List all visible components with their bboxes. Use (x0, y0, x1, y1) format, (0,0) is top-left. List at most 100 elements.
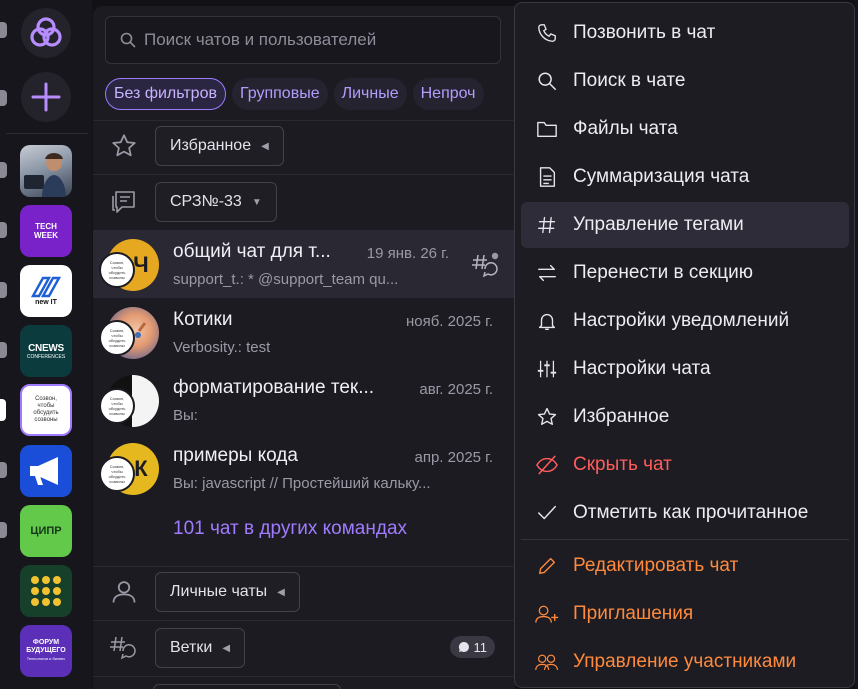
workspace-new-it[interactable]: new IT (20, 265, 72, 317)
menu-label: Управление участниками (573, 651, 797, 672)
cnews-logo-text: CNEWS (28, 342, 64, 354)
workspace-callout[interactable]: Созвон, чтобы обсудить созвоны (20, 384, 72, 436)
chat-row[interactable]: Ч Созвон, чтобы обсудить созвоны общий ч… (93, 230, 515, 298)
phone-icon (538, 24, 556, 42)
chat-row[interactable]: Созвон, чтобы обсудить созвоны Котики но… (93, 298, 515, 366)
menu-chat-files[interactable]: Файлы чата (521, 106, 849, 152)
star-icon (112, 134, 136, 157)
menu-manage-members[interactable]: Управление участниками (521, 639, 849, 685)
personal-section-toggle[interactable]: Личные чаты ◀ (155, 572, 300, 612)
menu-notification-settings[interactable]: Настройки уведомлений (521, 298, 849, 344)
add-workspace-button[interactable] (21, 72, 71, 122)
workspace-dots[interactable] (20, 565, 72, 617)
logo-icon (30, 17, 62, 47)
section-threads: Ветки ◀ 11 (93, 622, 515, 674)
workspace-photo[interactable] (20, 145, 72, 197)
chat-name: примеры кода (173, 445, 298, 466)
caret-left-icon: ◀ (277, 586, 285, 598)
star-icon (537, 407, 557, 426)
new-it-logo-text: new IT (35, 299, 57, 306)
bell-icon (538, 313, 556, 330)
menu-label: Приглашения (573, 603, 694, 624)
rail-indicator (0, 90, 7, 106)
plus-icon (31, 82, 61, 112)
menu-summarize-chat[interactable]: Суммаризация чата (521, 154, 849, 200)
chat-context-menu: Позвонить в чат Поиск в чате Файлы чата … (514, 2, 855, 688)
dots-grid-icon (31, 576, 61, 606)
workspace-cipr[interactable]: ЦИПР (20, 505, 72, 557)
chat-preview: support_t.: * @support_team qu... (173, 271, 399, 288)
menu-invitations[interactable]: Приглашения (521, 591, 849, 637)
search-placeholder: Поиск чатов и пользователей (144, 30, 377, 49)
workspace-rail: TECH WEEK new IT CNEWS CONFERENCES Созво… (0, 0, 92, 689)
filter-chip-unread[interactable]: Непроч (412, 78, 484, 110)
filter-chip-group[interactable]: Групповые (231, 78, 328, 110)
menu-label: Перенести в секцию (573, 262, 754, 283)
cipr-logo-text: ЦИПР (30, 525, 62, 537)
favorites-section-label: Избранное (170, 137, 252, 154)
chat-date: апр. 2025 г. (414, 449, 494, 466)
workspace-cnews[interactable]: CNEWS CONFERENCES (20, 325, 72, 377)
chat-date: нояб. 2025 г. (405, 313, 493, 330)
search-input[interactable]: Поиск чатов и пользователей (105, 16, 501, 64)
favorites-section-toggle[interactable]: Избранное ◀ (155, 126, 284, 166)
filter-chips: Без фильтров Групповые Личные Непроч (105, 78, 484, 110)
add-user-icon (535, 605, 559, 623)
caret-down-icon: ▼ (251, 196, 262, 208)
sliders-icon (537, 360, 557, 378)
chat-row[interactable]: Созвон, чтобы обсудить созвоны форматиро… (93, 366, 515, 434)
rail-active-indicator (0, 399, 6, 421)
menu-chat-settings[interactable]: Настройки чата (521, 346, 849, 392)
menu-label: Поиск в чате (573, 70, 686, 91)
caret-left-icon: ◀ (261, 140, 269, 152)
rail-indicator (0, 462, 7, 478)
menu-label: Позвонить в чат (573, 22, 716, 43)
cnews-logo-subtext: CONFERENCES (26, 353, 66, 360)
hash-icon (538, 216, 556, 234)
callout-logo-text: Созвон, чтобы обсудить созвоны (33, 396, 59, 423)
person-photo-icon (24, 153, 66, 197)
menu-edit-chat[interactable]: Редактировать чат (521, 543, 849, 589)
personal-section-label: Личные чаты (170, 583, 268, 600)
section-team: СРЗ№-33 ▼ (93, 176, 515, 228)
threads-section-toggle[interactable]: Ветки ◀ (155, 628, 246, 668)
workspace-forum[interactable]: ФОРУМ БУДУЩЕГО Технологии и бизнес (20, 625, 72, 677)
chat-avatar-initial: Ч (133, 252, 149, 277)
menu-manage-tags[interactable]: Управление тегами (521, 202, 849, 248)
document-icon (539, 167, 556, 187)
section-favorites: Избранное ◀ (93, 120, 515, 172)
team-chat-icon (112, 191, 135, 213)
menu-label: Управление тегами (573, 214, 744, 235)
chat-date: авг. 2025 г. (419, 381, 493, 398)
rail-divider (6, 133, 88, 134)
chat-preview: Вы: (173, 407, 198, 424)
workspace-tech-week[interactable]: TECH WEEK (20, 205, 72, 257)
threads-count: 11 (473, 639, 488, 655)
menu-search-chat[interactable]: Поиск в чате (521, 58, 849, 104)
filter-chip-personal[interactable]: Личные (333, 78, 407, 110)
chat-avatar-badge: Созвон, чтобы обсудить созвоны (99, 320, 135, 356)
rail-indicator (0, 162, 7, 178)
chat-name: общий чат для т... (173, 241, 331, 262)
threads-section-label: Ветки (170, 639, 213, 656)
more-chats-link[interactable]: 101 чат в других командах (173, 518, 407, 540)
thread-icon[interactable] (471, 252, 501, 280)
threads-count-badge: 11 (449, 636, 495, 658)
app-logo-button[interactable] (21, 8, 71, 58)
team-section-toggle[interactable]: СРЗ№-33 ▼ (155, 182, 277, 222)
filter-chip-all[interactable]: Без фильтров (105, 78, 226, 110)
menu-label: Файлы чата (573, 118, 678, 139)
menu-divider (521, 539, 849, 540)
menu-call-chat[interactable]: Позвонить в чат (521, 10, 849, 56)
workspace-megaphone[interactable] (20, 445, 72, 497)
team-section-label: СРЗ№-33 (170, 193, 242, 210)
chat-avatar-badge: Созвон, чтобы обсудить созвоны (99, 388, 135, 424)
chat-row[interactable]: К Созвон, чтобы обсудить созвоны примеры… (93, 434, 515, 502)
menu-label: Избранное (573, 406, 670, 427)
menu-mark-read[interactable]: Отметить как прочитанное (521, 490, 849, 536)
menu-move-to-section[interactable]: Перенести в секцию (521, 250, 849, 296)
divider (93, 620, 515, 621)
menu-hide-chat[interactable]: Скрыть чат (521, 442, 849, 488)
menu-label: Редактировать чат (573, 555, 739, 576)
menu-favorite[interactable]: Избранное (521, 394, 849, 440)
